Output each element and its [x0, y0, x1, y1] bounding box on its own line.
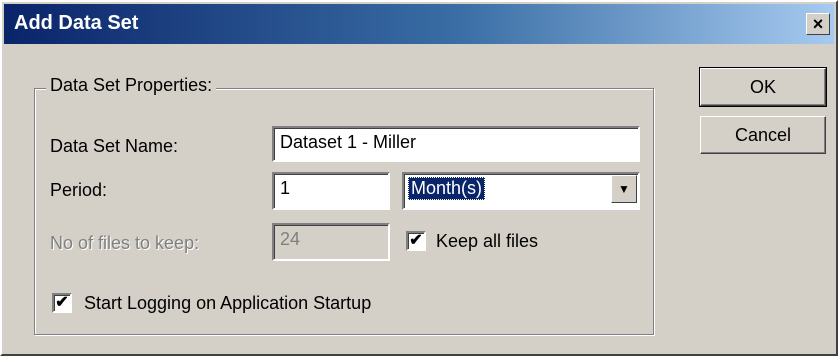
dialog-title: Add Data Set: [14, 12, 139, 34]
data-set-name-input[interactable]: Dataset 1 - Miller: [272, 126, 640, 162]
keep-all-files-label: Keep all files: [436, 231, 539, 251]
close-icon[interactable]: ×: [806, 13, 830, 35]
data-set-name-label: Data Set Name:: [50, 136, 179, 156]
files-to-keep-label: No of files to keep:: [50, 233, 200, 253]
title-bar[interactable]: Add Data Set ×: [4, 4, 834, 44]
cancel-button[interactable]: Cancel: [700, 116, 826, 154]
start-logging-checkbox[interactable]: ✔: [52, 293, 72, 313]
period-unit-value: Month(s): [408, 177, 486, 200]
group-label: Data Set Properties:: [46, 75, 217, 96]
start-logging-label: Start Logging on Application Startup: [84, 293, 372, 313]
chevron-down-icon[interactable]: ▼: [611, 175, 637, 203]
period-unit-select[interactable]: Month(s) ▼: [402, 172, 640, 210]
files-to-keep-input[interactable]: 24: [272, 223, 390, 261]
period-input[interactable]: 1: [272, 172, 390, 210]
period-label: Period:: [50, 180, 108, 200]
keep-all-files-checkbox[interactable]: ✔: [406, 231, 426, 251]
ok-button[interactable]: OK: [699, 67, 827, 107]
